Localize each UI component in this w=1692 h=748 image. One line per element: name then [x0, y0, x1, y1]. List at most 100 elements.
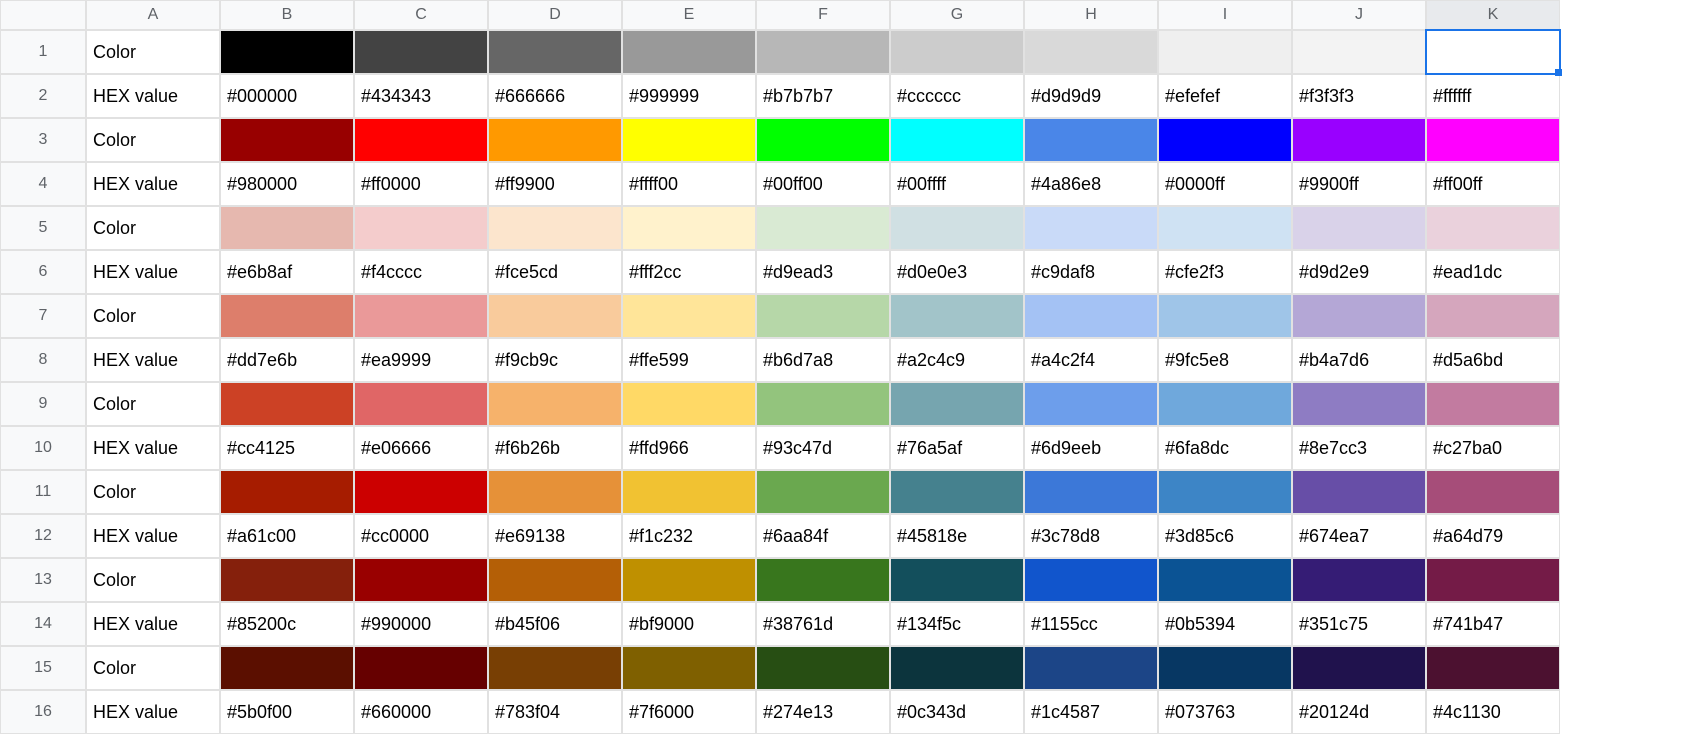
hex-cell[interactable]: #ffd966 [622, 426, 756, 470]
color-swatch[interactable] [1024, 558, 1158, 602]
hex-cell[interactable]: #b45f06 [488, 602, 622, 646]
label-hex[interactable]: HEX value [86, 602, 220, 646]
hex-cell[interactable]: #bf9000 [622, 602, 756, 646]
hex-cell[interactable]: #6d9eeb [1024, 426, 1158, 470]
hex-cell[interactable]: #d5a6bd [1426, 338, 1560, 382]
hex-cell[interactable]: #cc0000 [354, 514, 488, 558]
label-hex[interactable]: HEX value [86, 426, 220, 470]
row-header-13[interactable]: 13 [0, 558, 86, 602]
color-swatch[interactable] [1158, 382, 1292, 426]
color-swatch[interactable] [890, 646, 1024, 690]
color-swatch[interactable] [220, 646, 354, 690]
hex-cell[interactable]: #00ff00 [756, 162, 890, 206]
hex-cell[interactable]: #b4a7d6 [1292, 338, 1426, 382]
color-swatch[interactable] [354, 30, 488, 74]
color-swatch[interactable] [622, 646, 756, 690]
color-swatch[interactable] [1158, 206, 1292, 250]
color-swatch[interactable] [1292, 382, 1426, 426]
color-swatch[interactable] [1426, 118, 1560, 162]
row-header-5[interactable]: 5 [0, 206, 86, 250]
row-header-11[interactable]: 11 [0, 470, 86, 514]
color-swatch[interactable] [1292, 30, 1426, 74]
color-swatch[interactable] [488, 294, 622, 338]
color-swatch[interactable] [1292, 558, 1426, 602]
hex-cell[interactable]: #d0e0e3 [890, 250, 1024, 294]
hex-cell[interactable]: #fff2cc [622, 250, 756, 294]
label-hex[interactable]: HEX value [86, 338, 220, 382]
label-hex[interactable]: HEX value [86, 690, 220, 734]
hex-cell[interactable]: #0b5394 [1158, 602, 1292, 646]
color-swatch[interactable] [1024, 294, 1158, 338]
color-swatch[interactable] [1426, 646, 1560, 690]
color-swatch[interactable] [890, 30, 1024, 74]
hex-cell[interactable]: #351c75 [1292, 602, 1426, 646]
row-header-14[interactable]: 14 [0, 602, 86, 646]
color-swatch[interactable] [622, 30, 756, 74]
color-swatch[interactable] [354, 470, 488, 514]
hex-cell[interactable]: #980000 [220, 162, 354, 206]
row-header-9[interactable]: 9 [0, 382, 86, 426]
color-swatch[interactable] [1426, 206, 1560, 250]
color-swatch[interactable] [622, 118, 756, 162]
hex-cell[interactable]: #3c78d8 [1024, 514, 1158, 558]
hex-cell[interactable]: #073763 [1158, 690, 1292, 734]
color-swatch[interactable] [890, 558, 1024, 602]
color-swatch[interactable] [1024, 206, 1158, 250]
column-header-k[interactable]: K [1426, 0, 1560, 30]
hex-cell[interactable]: #f6b26b [488, 426, 622, 470]
color-swatch[interactable] [1158, 294, 1292, 338]
color-swatch[interactable] [488, 118, 622, 162]
hex-cell[interactable]: #ff0000 [354, 162, 488, 206]
hex-cell[interactable]: #d9d2e9 [1292, 250, 1426, 294]
color-swatch[interactable] [354, 646, 488, 690]
column-header-e[interactable]: E [622, 0, 756, 30]
color-swatch[interactable] [890, 382, 1024, 426]
color-swatch[interactable] [220, 206, 354, 250]
hex-cell[interactable]: #20124d [1292, 690, 1426, 734]
hex-cell[interactable]: #cfe2f3 [1158, 250, 1292, 294]
label-hex[interactable]: HEX value [86, 162, 220, 206]
color-swatch[interactable] [756, 470, 890, 514]
hex-cell[interactable]: #7f6000 [622, 690, 756, 734]
color-swatch[interactable] [1292, 294, 1426, 338]
color-swatch[interactable] [354, 206, 488, 250]
hex-cell[interactable]: #b7b7b7 [756, 74, 890, 118]
hex-cell[interactable]: #a2c4c9 [890, 338, 1024, 382]
hex-cell[interactable]: #dd7e6b [220, 338, 354, 382]
label-hex[interactable]: HEX value [86, 514, 220, 558]
color-swatch[interactable] [220, 470, 354, 514]
color-swatch[interactable] [622, 382, 756, 426]
row-header-10[interactable]: 10 [0, 426, 86, 470]
hex-cell[interactable]: #85200c [220, 602, 354, 646]
color-swatch[interactable] [1158, 646, 1292, 690]
label-color[interactable]: Color [86, 558, 220, 602]
hex-cell[interactable]: #134f5c [890, 602, 1024, 646]
color-swatch[interactable] [756, 30, 890, 74]
hex-cell[interactable]: #e06666 [354, 426, 488, 470]
hex-cell[interactable]: #a64d79 [1426, 514, 1560, 558]
hex-cell[interactable]: #ffff00 [622, 162, 756, 206]
color-swatch[interactable] [756, 558, 890, 602]
color-swatch[interactable] [622, 294, 756, 338]
color-swatch[interactable] [488, 470, 622, 514]
hex-cell[interactable]: #fce5cd [488, 250, 622, 294]
color-swatch[interactable] [354, 382, 488, 426]
hex-cell[interactable]: #ff00ff [1426, 162, 1560, 206]
hex-cell[interactable]: #f9cb9c [488, 338, 622, 382]
color-swatch[interactable] [1158, 470, 1292, 514]
color-swatch[interactable] [220, 294, 354, 338]
color-swatch[interactable] [1024, 470, 1158, 514]
hex-cell[interactable]: #cc4125 [220, 426, 354, 470]
label-hex[interactable]: HEX value [86, 74, 220, 118]
color-swatch[interactable] [354, 294, 488, 338]
color-swatch[interactable] [756, 646, 890, 690]
label-color[interactable]: Color [86, 30, 220, 74]
color-swatch[interactable] [488, 30, 622, 74]
column-header-j[interactable]: J [1292, 0, 1426, 30]
color-swatch[interactable] [890, 470, 1024, 514]
row-header-6[interactable]: 6 [0, 250, 86, 294]
color-swatch[interactable] [488, 206, 622, 250]
column-header-f[interactable]: F [756, 0, 890, 30]
row-header-12[interactable]: 12 [0, 514, 86, 558]
hex-cell[interactable]: #e69138 [488, 514, 622, 558]
